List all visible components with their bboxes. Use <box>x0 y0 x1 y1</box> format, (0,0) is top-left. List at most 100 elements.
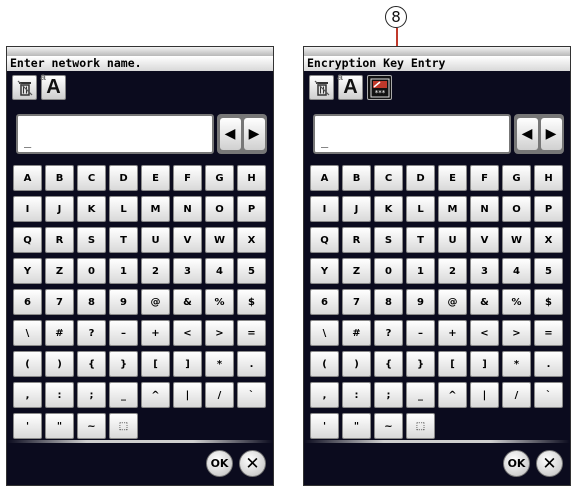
key[interactable]: L <box>406 196 435 222</box>
key[interactable]: 4 <box>205 258 234 284</box>
key[interactable]: 8 <box>77 289 106 315</box>
key[interactable]: T <box>109 227 138 253</box>
key[interactable]: J <box>45 196 74 222</box>
key[interactable]: J <box>342 196 371 222</box>
key[interactable]: } <box>109 351 138 377</box>
key[interactable]: | <box>173 382 202 408</box>
key[interactable]: ] <box>470 351 499 377</box>
ok-button[interactable]: OK <box>503 450 530 477</box>
key[interactable]: , <box>310 382 339 408</box>
font-toggle-button[interactable]: aA <box>337 72 363 100</box>
key[interactable]: 7 <box>45 289 74 315</box>
key[interactable]: ` <box>534 382 563 408</box>
key[interactable]: A <box>310 165 339 191</box>
space-key[interactable]: ⬚ <box>406 413 435 439</box>
key[interactable]: G <box>205 165 234 191</box>
key[interactable]: ' <box>310 413 339 439</box>
key[interactable]: { <box>77 351 106 377</box>
key[interactable]: @ <box>141 289 170 315</box>
key[interactable]: E <box>438 165 467 191</box>
key[interactable]: W <box>205 227 234 253</box>
key[interactable]: ) <box>342 351 371 377</box>
key[interactable]: N <box>470 196 499 222</box>
key[interactable]: ( <box>13 351 42 377</box>
cursor-left-button[interactable]: ◀ <box>219 118 241 150</box>
key[interactable]: % <box>502 289 531 315</box>
font-toggle-button[interactable]: aA <box>40 72 66 100</box>
delete-button[interactable] <box>12 75 37 100</box>
key[interactable]: L <box>109 196 138 222</box>
key[interactable]: ~ <box>77 413 106 439</box>
key[interactable]: . <box>534 351 563 377</box>
key[interactable]: # <box>45 320 74 346</box>
key[interactable]: ` <box>237 382 266 408</box>
key[interactable]: | <box>470 382 499 408</box>
text-entry-field[interactable]: _ <box>313 114 511 154</box>
key[interactable]: G <box>502 165 531 191</box>
key[interactable]: M <box>438 196 467 222</box>
key[interactable]: B <box>342 165 371 191</box>
key[interactable]: P <box>534 196 563 222</box>
key[interactable]: ' <box>13 413 42 439</box>
key[interactable]: Q <box>310 227 339 253</box>
key[interactable]: { <box>374 351 403 377</box>
key[interactable]: P <box>237 196 266 222</box>
key[interactable]: C <box>77 165 106 191</box>
key[interactable]: 1 <box>109 258 138 284</box>
key[interactable]: M <box>141 196 170 222</box>
key[interactable]: F <box>470 165 499 191</box>
key[interactable]: 1 <box>406 258 435 284</box>
ok-button[interactable]: OK <box>206 450 233 477</box>
key[interactable]: 6 <box>13 289 42 315</box>
key[interactable]: " <box>45 413 74 439</box>
space-key[interactable]: ⬚ <box>109 413 138 439</box>
key[interactable]: > <box>502 320 531 346</box>
key[interactable]: * <box>205 351 234 377</box>
key[interactable]: ~ <box>374 413 403 439</box>
key[interactable]: ( <box>310 351 339 377</box>
key[interactable]: K <box>374 196 403 222</box>
key[interactable]: $ <box>534 289 563 315</box>
key[interactable]: 9 <box>109 289 138 315</box>
key[interactable]: I <box>13 196 42 222</box>
key[interactable]: / <box>502 382 531 408</box>
key[interactable]: / <box>205 382 234 408</box>
key[interactable]: 3 <box>173 258 202 284</box>
cursor-left-button[interactable]: ◀ <box>516 118 538 150</box>
key[interactable]: . <box>237 351 266 377</box>
cancel-button[interactable]: ✕ <box>239 450 266 477</box>
key[interactable]: – <box>406 320 435 346</box>
key[interactable]: # <box>342 320 371 346</box>
key[interactable]: ] <box>173 351 202 377</box>
key[interactable]: @ <box>438 289 467 315</box>
key[interactable]: 8 <box>374 289 403 315</box>
key[interactable]: Z <box>45 258 74 284</box>
key[interactable]: = <box>237 320 266 346</box>
key[interactable]: O <box>205 196 234 222</box>
key[interactable]: 5 <box>534 258 563 284</box>
delete-button[interactable] <box>309 75 334 100</box>
key[interactable]: I <box>310 196 339 222</box>
key[interactable]: K <box>77 196 106 222</box>
key[interactable]: O <box>502 196 531 222</box>
key[interactable]: – <box>109 320 138 346</box>
key[interactable]: H <box>534 165 563 191</box>
key[interactable]: A <box>13 165 42 191</box>
key[interactable]: 0 <box>77 258 106 284</box>
key[interactable]: Y <box>13 258 42 284</box>
key[interactable]: 0 <box>374 258 403 284</box>
key[interactable]: S <box>374 227 403 253</box>
key[interactable]: 6 <box>310 289 339 315</box>
key[interactable]: S <box>77 227 106 253</box>
key[interactable]: X <box>237 227 266 253</box>
key[interactable]: 7 <box>342 289 371 315</box>
key[interactable]: * <box>502 351 531 377</box>
key[interactable]: V <box>470 227 499 253</box>
key[interactable]: 3 <box>470 258 499 284</box>
key[interactable]: \ <box>13 320 42 346</box>
key[interactable]: _ <box>406 382 435 408</box>
key[interactable]: X <box>534 227 563 253</box>
cursor-right-button[interactable]: ▶ <box>243 118 265 150</box>
key[interactable]: & <box>173 289 202 315</box>
cancel-button[interactable]: ✕ <box>536 450 563 477</box>
